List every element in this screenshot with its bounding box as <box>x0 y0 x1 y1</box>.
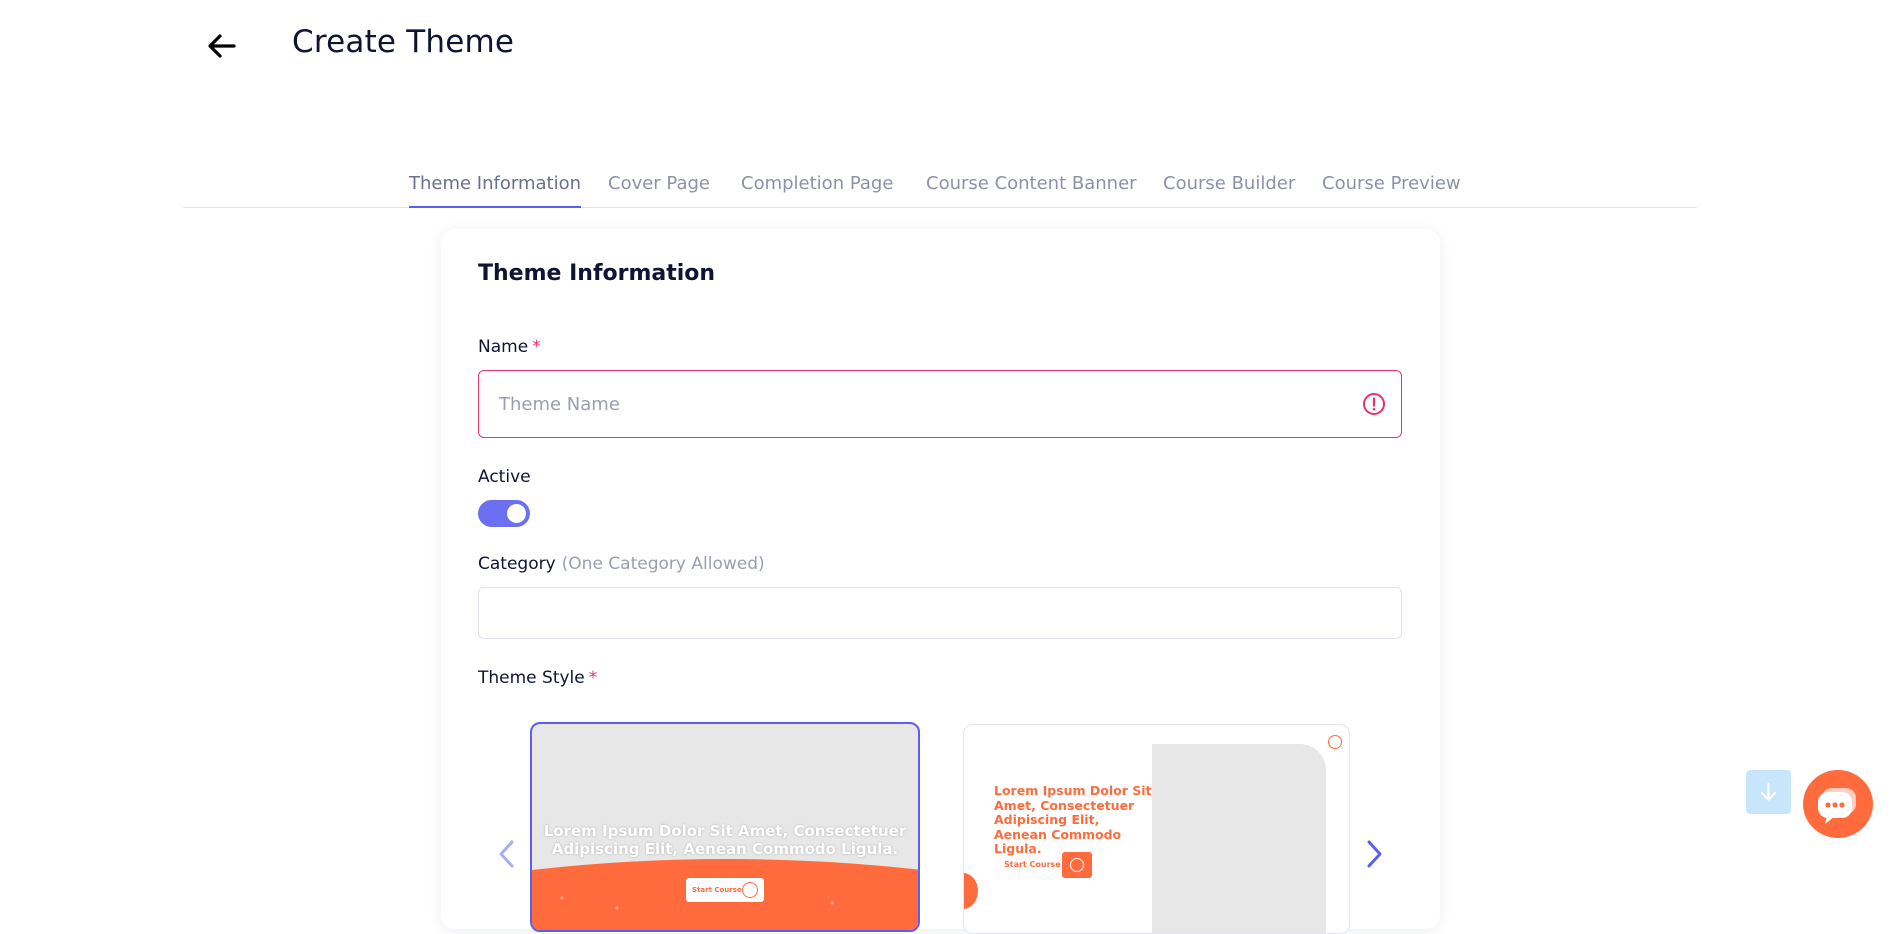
image-placeholder <box>1152 744 1326 933</box>
theme-style-option-1[interactable]: Lorem Ipsum Dolor Sit Amet, Consectetuer… <box>530 722 920 932</box>
category-input[interactable] <box>478 587 1402 639</box>
active-label: Active <box>478 467 531 487</box>
theme-style-option-2[interactable]: Lorem Ipsum Dolor Sit Amet, Consectetuer… <box>963 724 1350 934</box>
alert-circle-icon <box>1363 393 1385 415</box>
start-course-label: Start Course <box>692 886 742 894</box>
carousel-prev-button[interactable] <box>492 834 522 874</box>
decorative-shape <box>964 873 978 909</box>
page-title: Create Theme <box>292 24 515 60</box>
category-hint: (One Category Allowed) <box>561 554 765 574</box>
chevron-left-icon <box>499 840 514 868</box>
category-label: Category (One Category Allowed) <box>478 554 765 574</box>
tab-completion-page[interactable]: Completion Page <box>741 173 893 206</box>
tab-course-preview[interactable]: Course Preview <box>1322 173 1461 206</box>
arrow-left-icon <box>208 34 236 58</box>
theme-name-input[interactable] <box>478 370 1402 438</box>
start-course-button: Start Course <box>686 878 764 902</box>
section-title: Theme Information <box>478 261 716 286</box>
tab-cover-page[interactable]: Cover Page <box>608 173 710 206</box>
page-header: Create Theme <box>0 0 1892 100</box>
select-radio[interactable] <box>1328 735 1342 749</box>
scroll-down-button[interactable] <box>1746 770 1791 814</box>
tab-course-content-banner[interactable]: Course Content Banner <box>926 173 1137 206</box>
style-preview-text: Lorem Ipsum Dolor Sit Amet, Consectetuer… <box>543 822 907 858</box>
required-mark: * <box>532 337 541 357</box>
required-mark: * <box>588 668 598 688</box>
theme-style-label: Theme Style * <box>478 668 597 688</box>
active-toggle[interactable] <box>478 500 530 527</box>
tab-course-builder[interactable]: Course Builder <box>1163 173 1295 206</box>
toggle-knob <box>507 504 526 523</box>
carousel-next-button[interactable] <box>1359 834 1389 874</box>
start-course-label: Start Course <box>1004 860 1061 869</box>
style-preview-text: Lorem Ipsum Dolor Sit Amet, Consectetuer… <box>994 783 1152 856</box>
chat-button[interactable] <box>1803 770 1873 838</box>
tab-bar: Theme Information Cover Page Completion … <box>183 165 1697 208</box>
back-button[interactable] <box>204 28 240 64</box>
theme-information-card: Theme Information Name* Active Category(… <box>441 229 1440 934</box>
play-icon <box>1062 852 1092 878</box>
name-label-text: Name <box>478 337 529 357</box>
theme-style-label-text: Theme Style <box>478 668 585 688</box>
chevron-right-icon <box>1367 840 1382 868</box>
arrow-down-icon <box>1760 782 1777 801</box>
name-label: Name * <box>478 337 541 357</box>
chat-icon <box>1818 788 1856 824</box>
tab-theme-information[interactable]: Theme Information <box>409 173 582 208</box>
category-label-text: Category <box>478 554 556 574</box>
